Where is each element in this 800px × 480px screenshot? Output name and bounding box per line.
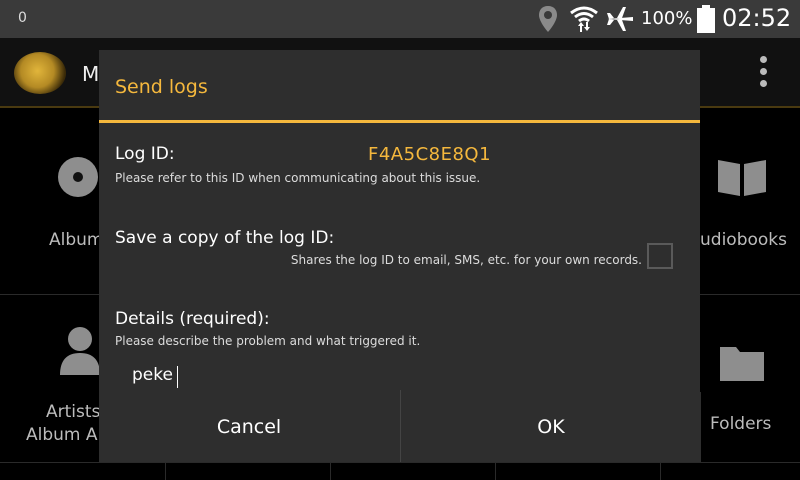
battery-percent: 100%	[641, 8, 693, 29]
dialog-title-divider	[99, 120, 700, 123]
log-id-label: Log ID:	[115, 144, 175, 164]
log-id-hint: Please refer to this ID when communicati…	[115, 171, 481, 185]
details-label: Details (required):	[115, 309, 270, 329]
app-logo-icon[interactable]	[14, 52, 66, 94]
cancel-button[interactable]: Cancel	[99, 392, 399, 462]
app-title: M	[82, 62, 100, 86]
text-cursor	[177, 366, 178, 388]
grid-divider	[0, 462, 800, 463]
send-logs-dialog: Send logs Log ID: F4A5C8E8Q1 Please refe…	[99, 50, 701, 462]
save-copy-checkbox[interactable]	[647, 243, 673, 269]
details-input[interactable]	[115, 358, 692, 392]
location-icon	[539, 6, 557, 32]
save-copy-hint: Shares the log ID to email, SMS, etc. fo…	[290, 253, 642, 267]
folders-icon[interactable]	[718, 343, 766, 383]
album-artists-label: Album A	[26, 425, 98, 445]
dialog-title: Send logs	[115, 76, 208, 98]
details-hint: Please describe the problem and what tri…	[115, 334, 421, 348]
wifi-icon	[570, 6, 598, 32]
ok-button[interactable]: OK	[401, 392, 701, 462]
battery-icon	[697, 5, 715, 33]
audiobooks-icon[interactable]	[716, 156, 768, 198]
overflow-menu-icon[interactable]	[757, 56, 769, 96]
log-id-value: F4A5C8E8Q1	[368, 144, 492, 165]
notification-count: 0	[18, 10, 27, 26]
clock: 02:52	[722, 4, 792, 32]
albums-icon[interactable]	[56, 155, 100, 199]
save-copy-label: Save a copy of the log ID:	[115, 228, 335, 248]
folders-label: Folders	[710, 414, 772, 434]
artists-icon[interactable]	[58, 325, 102, 377]
artists-label: Artists	[46, 402, 101, 422]
status-bar: 0 100% 02:52	[0, 0, 800, 38]
audiobooks-label: udiobooks	[700, 230, 787, 250]
airplane-mode-icon	[607, 7, 633, 31]
albums-label: Album	[49, 230, 104, 250]
